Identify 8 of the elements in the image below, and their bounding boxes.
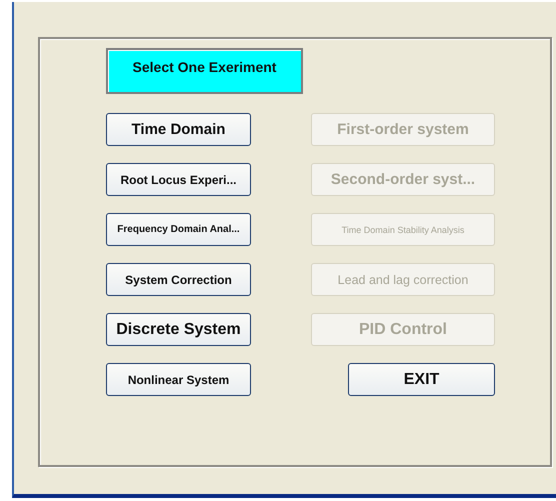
experiment-button[interactable]: Discrete System (106, 313, 251, 346)
header-label: Select One Exeriment (106, 48, 303, 94)
experiment-button[interactable]: Root Locus Experi... (106, 163, 251, 196)
experiment-button[interactable]: Frequency Domain Anal... (106, 213, 251, 246)
exit-button[interactable]: EXIT (348, 363, 495, 396)
experiment-button[interactable]: Nonlinear System (106, 363, 251, 396)
experiment-button[interactable]: Time Domain (106, 113, 251, 146)
experiment-button[interactable]: System Correction (106, 263, 251, 296)
